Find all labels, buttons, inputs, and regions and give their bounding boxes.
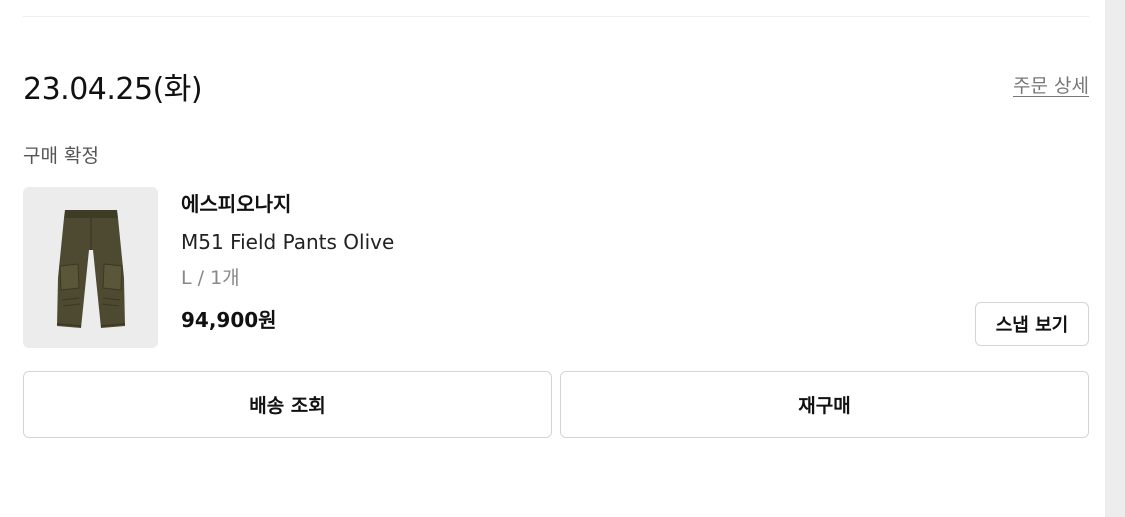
track-delivery-button[interactable]: 배송 조회 [23,371,552,438]
order-history-page: 23.04.25(화) 주문 상세 구매 확정 에스피오나지 M51 Field… [0,0,1125,517]
product-price: 94,900원 [181,308,277,332]
product-info: 에스피오나지 M51 Field Pants Olive L / 1개 94,9… [181,189,394,335]
view-snap-button[interactable]: 스냅 보기 [975,302,1089,346]
product-brand[interactable]: 에스피오나지 [181,189,394,219]
rebuy-button[interactable]: 재구매 [560,371,1089,438]
scrollbar-track[interactable] [1105,0,1125,517]
olive-cargo-pants-image [56,209,125,328]
product-thumbnail[interactable] [23,187,158,348]
top-divider [23,16,1089,17]
product-name[interactable]: M51 Field Pants Olive [181,227,394,257]
order-detail-link[interactable]: 주문 상세 [1013,71,1089,98]
order-status-label: 구매 확정 [23,145,99,167]
product-option: L / 1개 [181,267,240,289]
order-date: 23.04.25(화) [23,72,203,107]
